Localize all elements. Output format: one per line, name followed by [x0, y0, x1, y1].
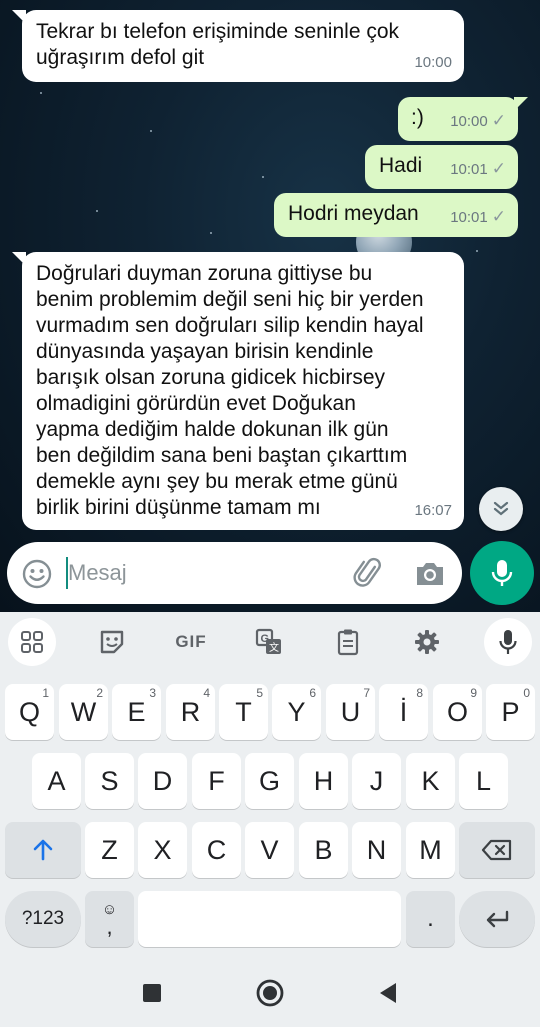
key-v[interactable]: V: [245, 822, 294, 878]
home-circle-icon: [256, 979, 284, 1007]
sticker-icon: [100, 630, 124, 654]
backspace-icon: [481, 839, 512, 861]
message-time: 10:00: [414, 54, 452, 71]
scroll-down-button[interactable]: [479, 487, 523, 531]
key-p[interactable]: P0: [486, 684, 535, 740]
key-k[interactable]: K: [406, 753, 455, 809]
message-outgoing[interactable]: Hodri meydan 10:01 ✓: [274, 193, 518, 237]
mic-icon: [491, 560, 513, 586]
key-u[interactable]: U7: [326, 684, 375, 740]
message-text: Hodri meydan: [288, 202, 419, 225]
key-m[interactable]: M: [406, 822, 455, 878]
mic-icon: [499, 630, 517, 654]
message-time: 10:01 ✓: [450, 159, 506, 178]
home-button[interactable]: [255, 978, 285, 1008]
key-r[interactable]: R4: [166, 684, 215, 740]
message-outgoing[interactable]: :) 10:00 ✓: [398, 97, 528, 141]
back-button[interactable]: [373, 978, 403, 1008]
message-incoming[interactable]: Tekrar bı telefon erişiminde seninle çok…: [12, 10, 464, 82]
key-d[interactable]: D: [138, 753, 187, 809]
back-triangle-icon: [380, 983, 396, 1003]
key-e[interactable]: E3: [112, 684, 161, 740]
clipboard-button[interactable]: [324, 618, 372, 666]
key-t[interactable]: T5: [219, 684, 268, 740]
message-text: Doğrulari duyman zoruna gittiyse bu beni…: [36, 262, 424, 519]
sent-check-icon: ✓: [491, 111, 506, 130]
attach-icon[interactable]: [352, 557, 386, 591]
enter-arrow-icon: [486, 910, 509, 928]
shift-key[interactable]: [5, 822, 81, 878]
key-y[interactable]: Y6: [272, 684, 321, 740]
key-w[interactable]: W2: [59, 684, 108, 740]
chat-background: Tekrar bı telefon erişiminde seninle çok…: [0, 0, 540, 612]
key-c[interactable]: C: [192, 822, 241, 878]
message-input[interactable]: Mesaj: [68, 560, 127, 586]
message-time: 16:07: [414, 502, 452, 519]
translate-button[interactable]: G 文: [245, 618, 293, 666]
message-text: Tekrar bı telefon erişiminde seninle çok…: [36, 20, 400, 69]
gear-icon: [415, 630, 439, 654]
message-time: 10:01 ✓: [450, 207, 506, 226]
key-g[interactable]: G: [245, 753, 294, 809]
message-text: Hadi: [379, 154, 423, 177]
key-x[interactable]: X: [138, 822, 187, 878]
key-a[interactable]: A: [32, 753, 81, 809]
emoji-icon[interactable]: [21, 558, 53, 590]
settings-button[interactable]: [403, 618, 451, 666]
key-i-dotted[interactable]: İ8: [379, 684, 428, 740]
enter-key[interactable]: [459, 891, 535, 947]
shift-arrow-icon: [33, 839, 53, 861]
keyboard: [0, 612, 540, 1027]
double-chevron-down-icon: [493, 501, 509, 516]
key-z[interactable]: Z: [85, 822, 134, 878]
key-o[interactable]: O9: [433, 684, 482, 740]
emoji-comma-key[interactable]: ☺ ,: [85, 891, 134, 947]
sent-check-icon: ✓: [491, 159, 506, 178]
svg-text:文: 文: [269, 641, 279, 654]
key-b[interactable]: B: [299, 822, 348, 878]
recents-button[interactable]: [137, 978, 167, 1008]
apps-grid-button[interactable]: [8, 618, 56, 666]
symbols-key[interactable]: ?123: [5, 891, 81, 947]
space-key[interactable]: [138, 891, 401, 947]
clipboard-icon: [337, 629, 359, 656]
key-q[interactable]: Q1: [5, 684, 54, 740]
translate-icon: G 文: [255, 628, 281, 654]
key-f[interactable]: F: [192, 753, 241, 809]
sent-check-icon: ✓: [491, 207, 506, 226]
gif-button[interactable]: GIF: [167, 618, 215, 666]
key-l[interactable]: L: [459, 753, 508, 809]
message-outgoing[interactable]: Hadi 10:01 ✓: [365, 145, 518, 189]
camera-icon[interactable]: [414, 559, 446, 589]
period-key[interactable]: .: [406, 891, 455, 947]
sticker-button[interactable]: [88, 618, 136, 666]
message-incoming[interactable]: Doğrulari duyman zoruna gittiyse bu beni…: [12, 252, 464, 530]
message-text: :): [411, 106, 424, 129]
square-icon: [143, 984, 161, 1002]
message-time: 10:00 ✓: [450, 111, 506, 130]
key-h[interactable]: H: [299, 753, 348, 809]
voice-input-button[interactable]: [484, 618, 532, 666]
key-s[interactable]: S: [85, 753, 134, 809]
voice-record-button[interactable]: [470, 541, 534, 605]
backspace-key[interactable]: [459, 822, 535, 878]
apps-grid-icon: [21, 631, 43, 653]
key-j[interactable]: J: [352, 753, 401, 809]
key-n[interactable]: N: [352, 822, 401, 878]
